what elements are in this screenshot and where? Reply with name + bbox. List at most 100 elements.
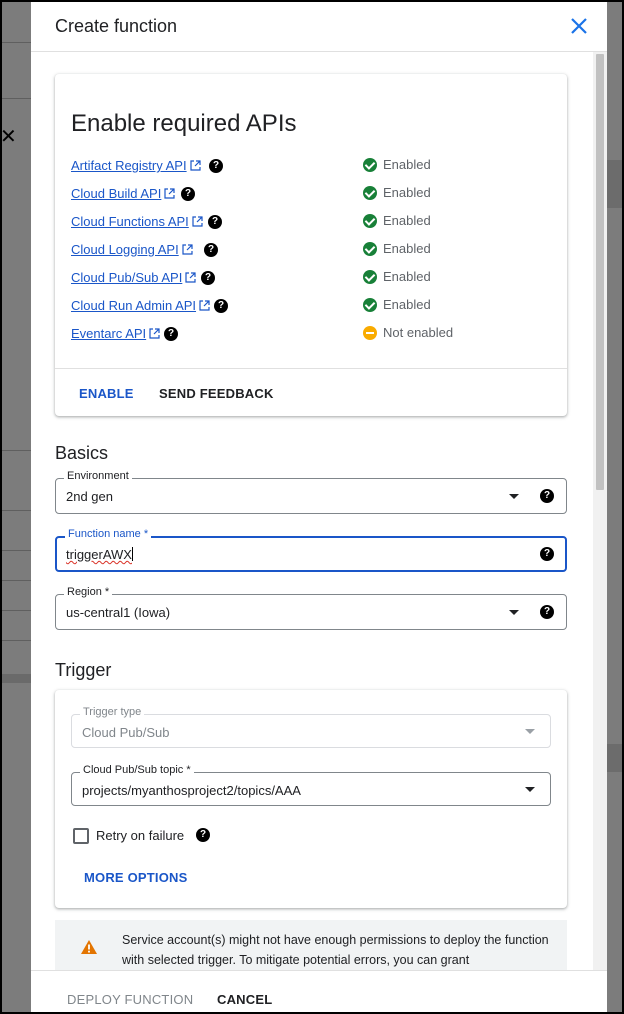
more-options-button[interactable]: MORE OPTIONS	[84, 870, 188, 885]
api-status-text: Enabled	[383, 185, 431, 200]
api-status-text: Not enabled	[383, 325, 454, 340]
pubsub-topic-value: projects/myanthosproject2/topics/AAA	[82, 783, 301, 798]
warning-text: Service account(s) might not have enough…	[122, 933, 549, 967]
api-row: Artifact Registry API? Enabled	[71, 156, 551, 176]
help-icon[interactable]: ?	[201, 271, 215, 285]
background-divider	[0, 580, 31, 581]
dropdown-arrow-icon	[509, 494, 519, 499]
trigger-type-select: Trigger type Cloud Pub/Sub	[71, 706, 551, 748]
api-row: Cloud Functions API? Enabled	[71, 212, 551, 232]
function-name-value: triggerAWX	[66, 547, 132, 562]
api-status-text: Enabled	[383, 213, 431, 228]
api-name: Cloud Run Admin API	[71, 298, 197, 313]
background-page-right-strip	[606, 0, 624, 1014]
background-divider	[0, 450, 31, 451]
enable-apis-card: Enable required APIs Artifact Registry A…	[55, 74, 567, 416]
background-block	[606, 160, 624, 208]
open-in-new-icon	[149, 328, 160, 339]
function-name-label: Function name *	[65, 528, 152, 540]
send-feedback-button[interactable]: SEND FEEDBACK	[159, 386, 274, 401]
trigger-type-label: Trigger type	[80, 706, 145, 718]
dropdown-arrow-icon	[525, 787, 535, 792]
api-name: Artifact Registry API	[71, 158, 187, 173]
api-link[interactable]: Artifact Registry API	[71, 158, 201, 173]
help-icon[interactable]: ?	[181, 187, 195, 201]
panel-footer: DEPLOY FUNCTION CANCEL	[31, 970, 607, 1012]
deploy-function-button[interactable]: DEPLOY FUNCTION	[67, 992, 193, 1007]
panel-title: Create function	[55, 16, 178, 36]
help-icon[interactable]: ?	[164, 327, 178, 341]
enable-button[interactable]: ENABLE	[79, 386, 134, 401]
api-link[interactable]: Cloud Build API	[71, 186, 175, 201]
api-row: Cloud Run Admin API? Enabled	[71, 296, 551, 316]
check-circle-icon	[363, 298, 377, 312]
open-in-new-icon	[199, 300, 210, 311]
help-icon[interactable]: ?	[209, 159, 223, 173]
background-divider	[0, 510, 31, 511]
background-divider	[0, 610, 31, 611]
api-row: Eventarc API? Not enabled	[71, 324, 551, 344]
function-name-input[interactable]: Function name * triggerAWX ?	[55, 528, 567, 572]
api-name: Cloud Functions API	[71, 214, 189, 229]
open-in-new-icon	[192, 216, 203, 227]
check-circle-icon	[363, 242, 377, 256]
basics-title: Basics	[55, 443, 109, 463]
retry-on-failure-label: Retry on failure	[96, 828, 185, 843]
apis-card-actions: ENABLE SEND FEEDBACK	[55, 368, 567, 416]
scrollbar-thumb[interactable]	[596, 54, 604, 490]
background-divider	[0, 42, 31, 43]
dropdown-arrow-icon	[525, 729, 535, 734]
background-divider	[0, 640, 31, 641]
open-in-new-icon	[164, 188, 175, 199]
open-in-new-icon	[189, 160, 201, 171]
retry-on-failure-checkbox[interactable]	[73, 828, 89, 844]
warning-icon	[81, 940, 97, 954]
region-select[interactable]: Region * us-central1 (Iowa) ?	[55, 586, 567, 630]
api-row: Cloud Build API? Enabled	[71, 184, 551, 204]
environment-label: Environment	[64, 470, 132, 482]
environment-value: 2nd gen	[66, 489, 113, 504]
environment-select[interactable]: Environment 2nd gen ?	[55, 470, 567, 514]
background-divider	[0, 98, 31, 99]
api-row: Cloud Pub/Sub API? Enabled	[71, 268, 551, 288]
help-icon[interactable]: ?	[204, 243, 218, 257]
apis-heading: Enable required APIs	[71, 110, 297, 137]
api-link[interactable]: Cloud Run Admin API	[71, 298, 210, 313]
api-name: Cloud Logging API	[71, 242, 179, 257]
trigger-title: Trigger	[55, 660, 112, 680]
cancel-button[interactable]: CANCEL	[217, 992, 272, 1007]
api-link[interactable]: Eventarc API	[71, 326, 160, 341]
open-in-new-icon	[182, 244, 193, 255]
pubsub-topic-select[interactable]: Cloud Pub/Sub topic * projects/myanthosp…	[71, 764, 551, 806]
help-icon[interactable]: ?	[196, 828, 210, 842]
background-block	[606, 744, 624, 772]
check-circle-icon	[363, 214, 377, 228]
api-name: Eventarc API	[71, 326, 147, 341]
check-circle-icon	[363, 186, 377, 200]
region-value: us-central1 (Iowa)	[66, 605, 171, 620]
background-page-left-strip: ✕	[0, 0, 31, 1014]
function-name-value-wrap: triggerAWX	[66, 547, 133, 562]
api-link[interactable]: Cloud Pub/Sub API	[71, 270, 196, 285]
api-status-text: Enabled	[383, 241, 431, 256]
background-band	[0, 674, 31, 683]
close-icon	[571, 18, 587, 34]
background-divider	[0, 550, 31, 551]
api-name: Cloud Build API	[71, 186, 162, 201]
panel-header: Create function	[31, 2, 607, 52]
help-icon[interactable]: ?	[540, 489, 554, 503]
close-button[interactable]	[567, 14, 591, 38]
pubsub-topic-label: Cloud Pub/Sub topic *	[80, 764, 194, 776]
region-label: Region *	[64, 586, 113, 598]
check-circle-icon	[363, 270, 377, 284]
api-row: Cloud Logging API? Enabled	[71, 240, 551, 260]
api-link[interactable]: Cloud Functions API	[71, 214, 203, 229]
help-icon[interactable]: ?	[540, 547, 554, 561]
help-icon[interactable]: ?	[540, 605, 554, 619]
dropdown-arrow-icon	[509, 610, 519, 615]
help-icon[interactable]: ?	[214, 299, 228, 313]
help-icon[interactable]: ?	[208, 215, 222, 229]
open-in-new-icon	[185, 272, 196, 283]
api-link[interactable]: Cloud Logging API	[71, 242, 193, 257]
api-name: Cloud Pub/Sub API	[71, 270, 183, 285]
